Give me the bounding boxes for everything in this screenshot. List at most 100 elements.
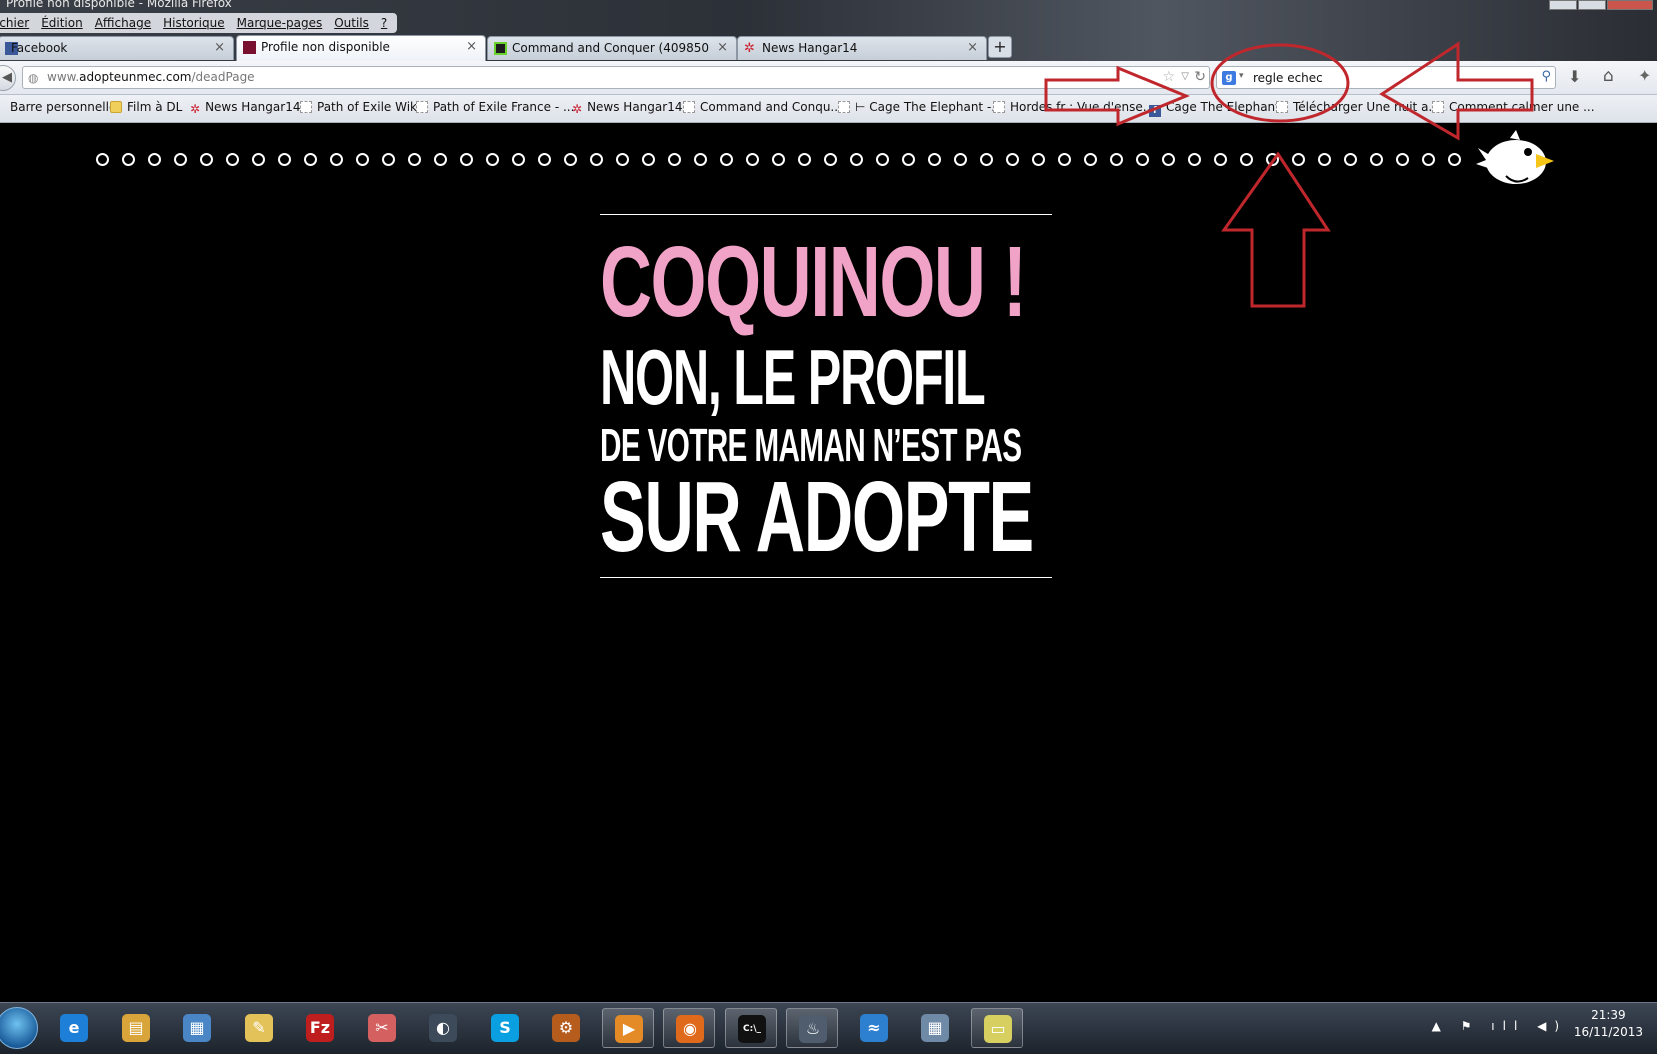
taskbar-button[interactable]: ✂ (356, 1008, 408, 1048)
tab-profile-non-disponible[interactable]: Profile non disponible × (236, 35, 486, 61)
taskbar-button[interactable]: ◐ (417, 1008, 469, 1048)
home-icon[interactable]: ⌂ (1603, 66, 1614, 86)
bookmark-item[interactable]: Path of Exile Wiki (300, 100, 420, 114)
system-tray[interactable]: ▲ ⚑ ıll ◀) (1432, 1019, 1567, 1033)
taskbar-button[interactable]: ▭ (971, 1008, 1023, 1048)
taskbar-button[interactable]: Fz (294, 1008, 346, 1048)
bookmark-item[interactable]: ✲ News Hangar14 (190, 100, 300, 115)
page-icon (1276, 101, 1288, 113)
tab-command-and-conquer[interactable]: Command and Conquer (409850) (40... × (487, 36, 737, 60)
menu-affichage[interactable]: Affichage (89, 13, 157, 33)
bookmark-item[interactable]: Hordes.fr : Vue d'ense... (993, 100, 1154, 114)
decorative-dot (434, 153, 447, 166)
url-bar[interactable]: ◍ www.adopteunmec.com/deadPage ☆ ▽ ↻ (22, 66, 1210, 89)
menu-label: Affichage (94, 16, 152, 30)
bookmark-item[interactable]: f Cage The Elephant (1149, 100, 1280, 117)
tab-facebook[interactable]: Facebook × (0, 36, 234, 60)
menu-marque-pages[interactable]: Marque-pages (231, 13, 329, 33)
search-magnifier-icon[interactable]: ⚲ (1541, 69, 1551, 84)
media-app-icon: ◐ (429, 1014, 457, 1042)
back-button[interactable]: ◀ (0, 65, 16, 91)
tab-label: Command and Conquer (409850) (40... (512, 41, 710, 55)
taskbar-button[interactable]: ▦ (909, 1008, 961, 1048)
bookmark-item[interactable]: Film à DL (110, 100, 182, 114)
close-window-button[interactable] (1607, 0, 1653, 10)
menu-historique[interactable]: Historique (157, 13, 231, 33)
minimize-button[interactable] (1549, 0, 1577, 10)
hangar-icon: ✲ (572, 102, 583, 116)
taskbar-button[interactable]: ⚙ (540, 1008, 592, 1048)
maximize-button[interactable] (1578, 0, 1606, 10)
menu-fichier[interactable]: ichier (0, 13, 35, 33)
bookmarks-toolbar: Barre personnelle Film à DL ✲ News Hangar… (0, 95, 1657, 123)
bookmark-item[interactable]: ✲ News Hangar14 (572, 100, 682, 115)
media-player-icon: ▶ (615, 1015, 643, 1043)
bookmark-item[interactable]: Télécharger Une nuit a... (1276, 100, 1440, 114)
decorative-dot (616, 153, 629, 166)
menu-edition[interactable]: Édition (35, 13, 89, 33)
bookmark-item[interactable]: Command and Conqu... (683, 100, 842, 114)
menu-label: ichier (0, 16, 30, 30)
close-tab-icon[interactable]: × (717, 40, 728, 55)
decorative-dot (642, 153, 655, 166)
taskbar-button[interactable]: ▦ (171, 1008, 223, 1048)
bird-mascot-icon (1476, 130, 1554, 184)
menu-outils[interactable]: Outils (328, 13, 375, 33)
start-button[interactable] (0, 1007, 38, 1049)
taskbar-button[interactable]: C:\_ (725, 1008, 777, 1048)
google-search-engine-icon[interactable]: g (1222, 71, 1236, 85)
snipping-tool-icon: ✂ (368, 1014, 396, 1042)
headline-sur-adopte: SUR ADOPTE (600, 461, 1034, 573)
paint-icon: ✎ (245, 1014, 273, 1042)
taskbar-button[interactable]: ▤ (110, 1008, 162, 1048)
engine-dropdown-icon[interactable]: ▾ (1239, 71, 1244, 81)
decorative-dot (148, 153, 161, 166)
close-tab-icon[interactable]: × (466, 39, 477, 54)
command-prompt-icon: C:\_ (738, 1015, 766, 1043)
menu-help[interactable]: ? (375, 13, 393, 33)
bookmark-label: News Hangar14 (587, 100, 683, 114)
weather-app-icon: ≈ (860, 1014, 888, 1042)
decorative-dot (798, 153, 811, 166)
decorative-dot (954, 153, 967, 166)
page-icon (683, 101, 695, 113)
addon-icon[interactable]: ✦ (1638, 66, 1651, 85)
divider-bottom (600, 577, 1052, 578)
close-tab-icon[interactable]: × (967, 40, 978, 55)
search-bar[interactable]: g ▾ ⚲ (1216, 66, 1556, 89)
headline-coquinou: COQUINOU ! (600, 226, 1027, 338)
decorative-dot (1318, 153, 1331, 166)
taskbar-button[interactable]: S (479, 1008, 531, 1048)
close-tab-icon[interactable]: × (214, 40, 225, 55)
file-explorer-icon: ▤ (122, 1014, 150, 1042)
decorative-dot (590, 153, 603, 166)
taskbar-button[interactable]: ◉ (663, 1008, 715, 1048)
taskbar-button[interactable]: ✎ (233, 1008, 285, 1048)
clock[interactable]: 21:39 16/11/2013 (1574, 1007, 1643, 1041)
steam-icon: ♨ (799, 1015, 827, 1043)
decorative-dot (1006, 153, 1019, 166)
decorative-dot (1292, 153, 1305, 166)
hangar-icon: ✲ (190, 102, 201, 116)
bookmark-label: Comment calmer une ... (1449, 100, 1595, 114)
bookmark-star-icon[interactable]: ☆ (1162, 69, 1175, 85)
new-tab-button[interactable]: + (988, 36, 1012, 58)
taskbar-button[interactable]: e (48, 1008, 100, 1048)
bookmark-item[interactable]: ⊢ Cage The Elephant -... (838, 100, 1003, 114)
menu-label: Historique (163, 16, 225, 30)
taskbar-button[interactable]: ▶ (602, 1008, 654, 1048)
windows-taskbar: e ▤ ▦ ✎ Fz ✂ ◐ S ⚙ ▶ ◉ C:\_ ♨ ≈ ▦ ▭ ▲ ⚑ ıll ◀) 21:39 16… (0, 1002, 1657, 1054)
tab-news-hangar14[interactable]: ✲ News Hangar14 × (737, 36, 987, 60)
download-icon[interactable]: ⬇ (1568, 67, 1581, 86)
bookmark-item[interactable]: Path of Exile France - ... (416, 100, 574, 114)
taskbar-button[interactable]: ≈ (848, 1008, 900, 1048)
history-dropdown-icon[interactable]: ▽ (1181, 71, 1189, 82)
reload-icon[interactable]: ↻ (1194, 69, 1206, 85)
taskbar-button[interactable]: ♨ (786, 1008, 838, 1048)
bookmark-item[interactable]: Barre personnelle (10, 100, 116, 114)
decorative-dot (746, 153, 759, 166)
search-input[interactable] (1253, 69, 1513, 86)
tab-label: Facebook (11, 41, 68, 55)
bookmark-label: Hordes.fr : Vue d'ense... (1010, 100, 1155, 114)
bookmark-item[interactable]: Comment calmer une ... (1432, 100, 1595, 114)
